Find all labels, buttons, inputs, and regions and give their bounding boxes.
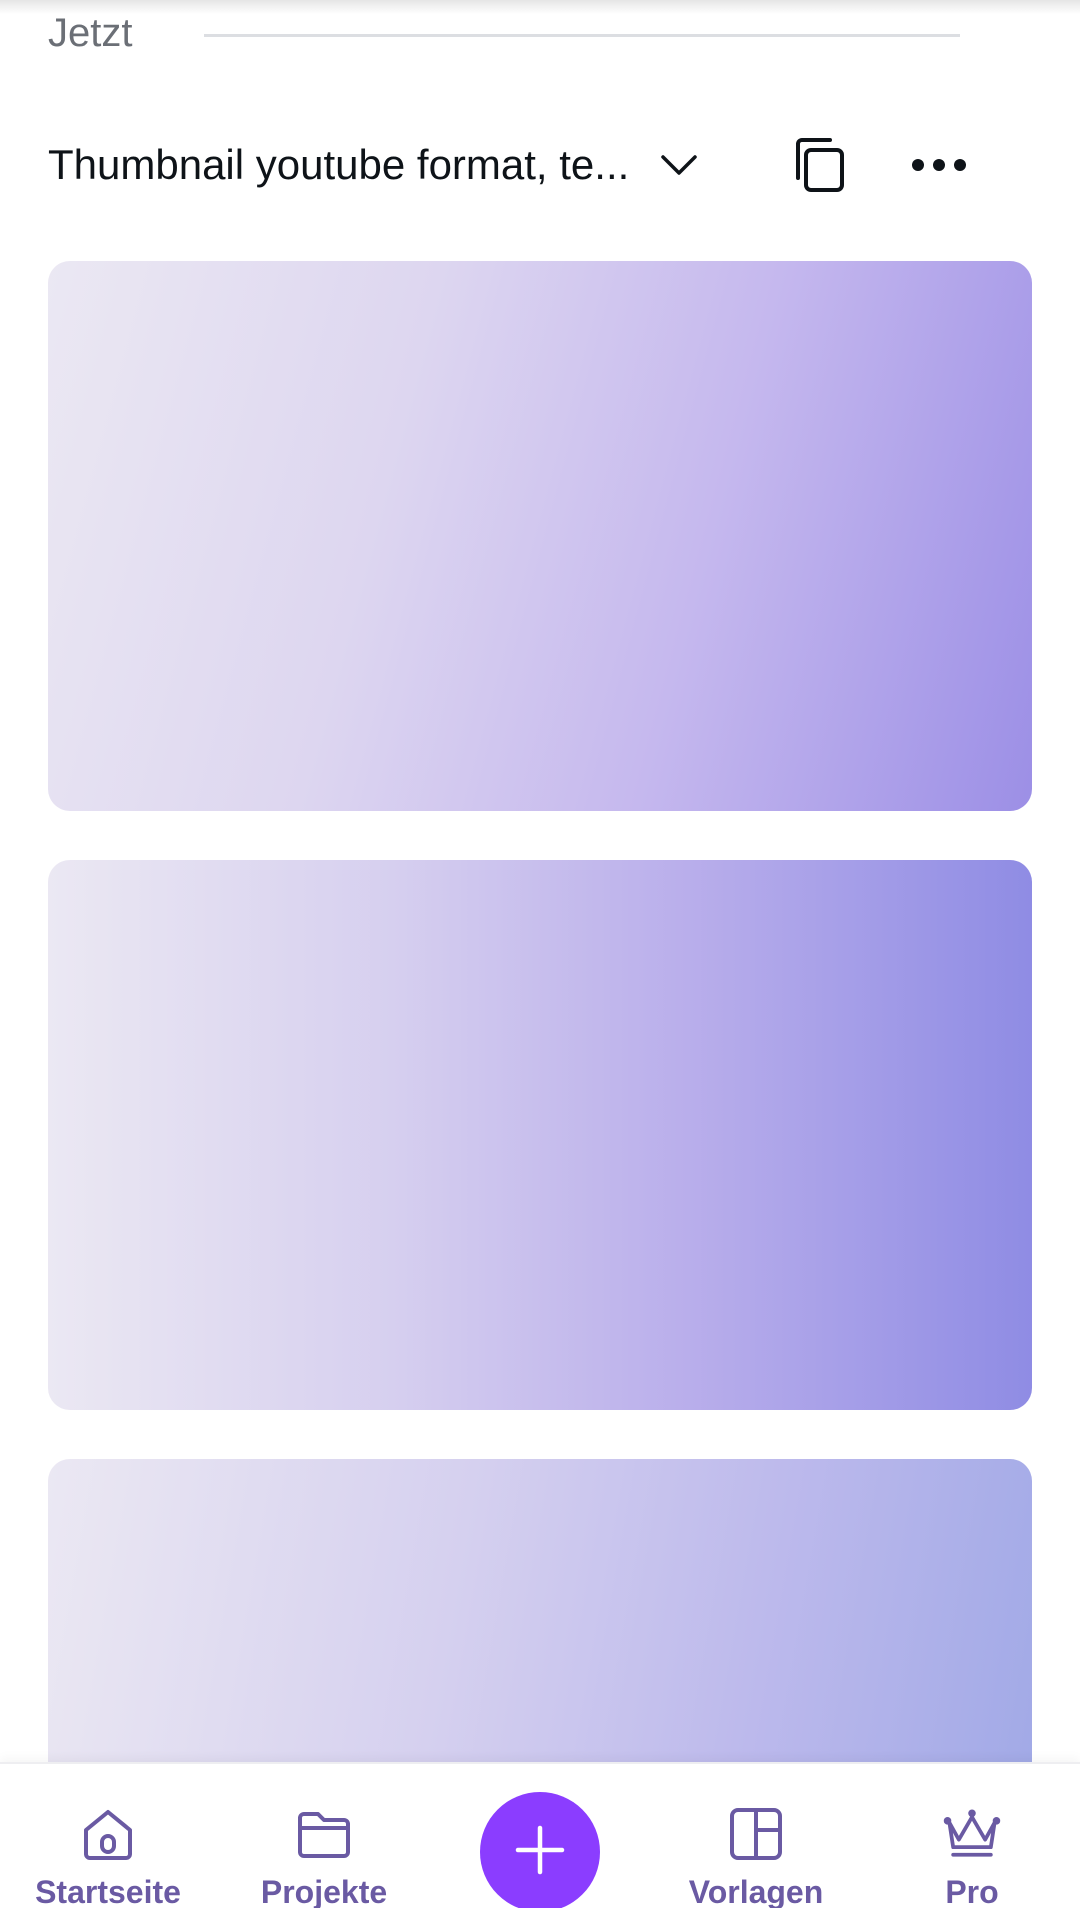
more-options-icon[interactable] — [907, 133, 971, 197]
crown-icon — [940, 1804, 1004, 1864]
nav-label-projects: Projekte — [260, 1874, 388, 1908]
copy-icon[interactable] — [787, 133, 851, 197]
chevron-down-icon[interactable] — [649, 135, 709, 195]
nav-item-home[interactable]: Startseite — [18, 1764, 198, 1908]
design-thumbnail[interactable] — [48, 860, 1032, 1410]
nav-label-templates: Vorlagen — [688, 1874, 824, 1908]
templates-icon — [724, 1804, 788, 1864]
home-icon — [76, 1804, 140, 1864]
plus-icon — [514, 1824, 566, 1881]
create-button[interactable] — [480, 1792, 600, 1908]
app-screen: Jetzt Thumbnail youtube format, te... St… — [0, 0, 1080, 1908]
section-label: Jetzt — [48, 10, 133, 55]
nav-item-projects[interactable]: Projekte — [234, 1764, 414, 1908]
design-title-row: Thumbnail youtube format, te... — [48, 130, 1032, 200]
design-thumbnail[interactable] — [48, 261, 1032, 811]
design-title[interactable]: Thumbnail youtube format, te... — [48, 141, 629, 189]
nav-item-pro[interactable]: Pro — [882, 1764, 1062, 1908]
nav-item-templates[interactable]: Vorlagen — [666, 1764, 846, 1908]
nav-label-home: Startseite — [35, 1874, 181, 1908]
nav-label-pro: Pro — [945, 1874, 999, 1908]
folder-icon — [292, 1804, 356, 1864]
section-divider — [204, 33, 960, 37]
section-header: Jetzt — [48, 8, 960, 58]
